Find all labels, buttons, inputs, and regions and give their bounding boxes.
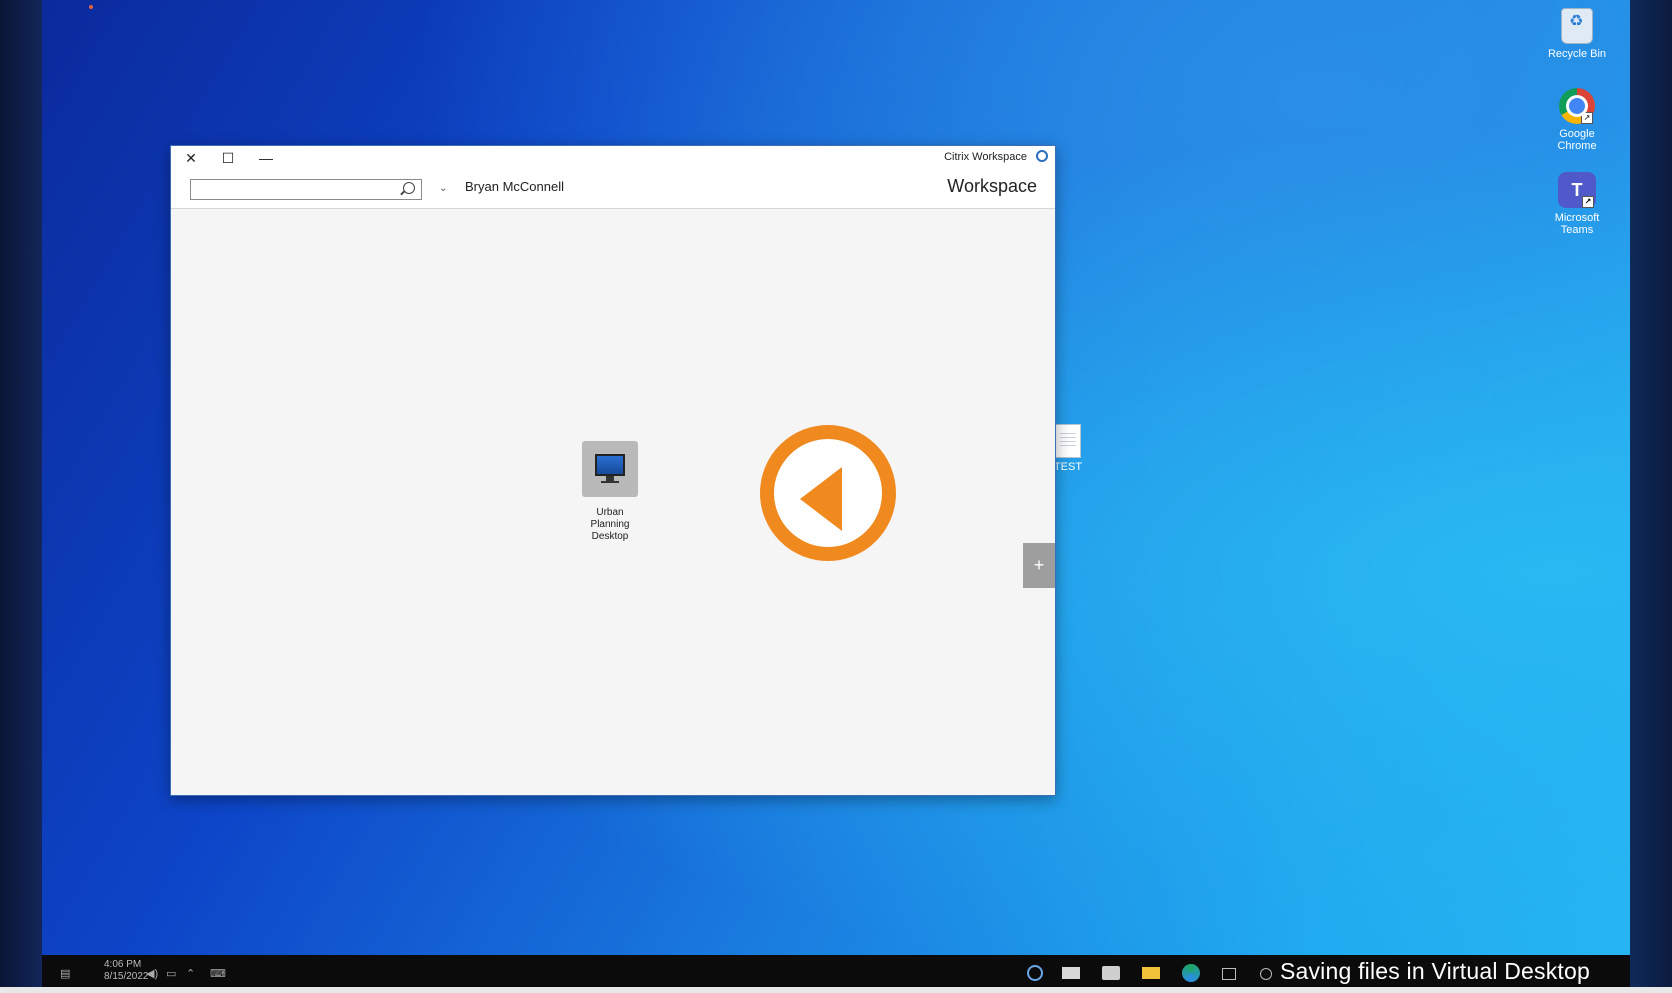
app-tile-icon-bg — [582, 441, 638, 497]
video-caption: Saving files in Virtual Desktop — [1279, 958, 1590, 984]
recycle-bin-desktop-icon[interactable]: Recycle Bin — [1542, 8, 1612, 60]
clock-date: 8/15/2022 — [104, 971, 149, 982]
recycle-bin-label: Recycle Bin — [1547, 48, 1607, 60]
search-input[interactable] — [190, 179, 422, 200]
close-button[interactable]: ✕ — [172, 146, 210, 170]
edge-icon[interactable] — [1182, 964, 1200, 982]
window-title: Citrix Workspace — [944, 151, 1027, 163]
video-frame-right — [1630, 0, 1672, 993]
notification-icon[interactable]: ▤ — [60, 967, 70, 980]
chevron-down-icon: ⌄ — [439, 183, 448, 194]
video-play-button[interactable] — [760, 425, 896, 561]
citrix-taskbar-icon[interactable] — [1027, 965, 1043, 981]
text-file-icon — [1055, 424, 1081, 458]
monitor-base — [601, 481, 619, 483]
teams-label-line1: Microsoft — [1554, 212, 1600, 224]
add-app-button[interactable]: + — [1023, 543, 1055, 588]
app-tile-label: Urban Planning Desktop — [579, 507, 641, 543]
app-tile-urban-planning-desktop[interactable]: Urban Planning Desktop — [579, 441, 641, 543]
minimize-button[interactable]: — — [247, 146, 285, 170]
workspace-brand: Workspace — [947, 176, 1037, 196]
file-explorer-icon[interactable] — [1142, 967, 1160, 979]
monitor-icon — [595, 454, 625, 476]
app-label-line2: Desktop — [591, 531, 629, 542]
chrome-label-line1: Google — [1559, 128, 1595, 140]
task-view-icon[interactable] — [1222, 968, 1236, 980]
recycle-bin-icon — [1561, 8, 1593, 44]
title-bar[interactable]: ✕ ☐ — Citrix Workspace — [171, 146, 1055, 170]
citrix-workspace-window: ✕ ☐ — Citrix Workspace ⌄ Bryan McConnell… — [170, 145, 1056, 796]
chrome-label-line2: Chrome — [1557, 140, 1597, 152]
user-menu[interactable]: ⌄ Bryan McConnell — [439, 179, 564, 194]
workspace-header: ⌄ Bryan McConnell Workspace — [171, 170, 1055, 209]
clock-time: 4:06 PM — [104, 959, 142, 970]
speaker-icon[interactable]: ◀) — [146, 967, 158, 980]
chrome-icon: ↗ — [1559, 88, 1595, 124]
teams-glyph: T — [1571, 180, 1583, 200]
search-icon[interactable] — [403, 182, 415, 194]
teams-desktop-icon[interactable]: T ↗ Microsoft Teams — [1542, 172, 1612, 236]
mail-icon[interactable] — [1062, 967, 1080, 979]
citrix-logo-icon — [1036, 150, 1048, 162]
video-frame-left — [0, 0, 42, 993]
app-label-line1: Urban Planning — [590, 507, 630, 530]
tray-chevron-icon[interactable]: ⌃ — [186, 967, 195, 980]
search-taskbar-icon[interactable] — [1260, 968, 1272, 980]
chrome-desktop-icon[interactable]: ↗ Google Chrome — [1542, 88, 1612, 152]
keyboard-icon[interactable]: ⌨ — [210, 967, 226, 980]
store-icon[interactable] — [1102, 966, 1120, 980]
network-icon[interactable]: ▭ — [166, 967, 176, 980]
shortcut-arrow-icon: ↗ — [1581, 112, 1593, 124]
teams-icon: T ↗ — [1558, 172, 1596, 208]
shortcut-arrow-icon: ↗ — [1582, 196, 1594, 208]
apps-area: Urban Planning Desktop + — [171, 209, 1055, 795]
teams-label-line2: Teams — [1560, 224, 1594, 236]
maximize-button[interactable]: ☐ — [209, 146, 247, 170]
user-name: Bryan McConnell — [465, 179, 565, 194]
indicator-dot — [89, 5, 93, 9]
clock[interactable]: 4:06 PM 8/15/2022 — [104, 959, 149, 983]
bottom-strip — [0, 987, 1672, 993]
